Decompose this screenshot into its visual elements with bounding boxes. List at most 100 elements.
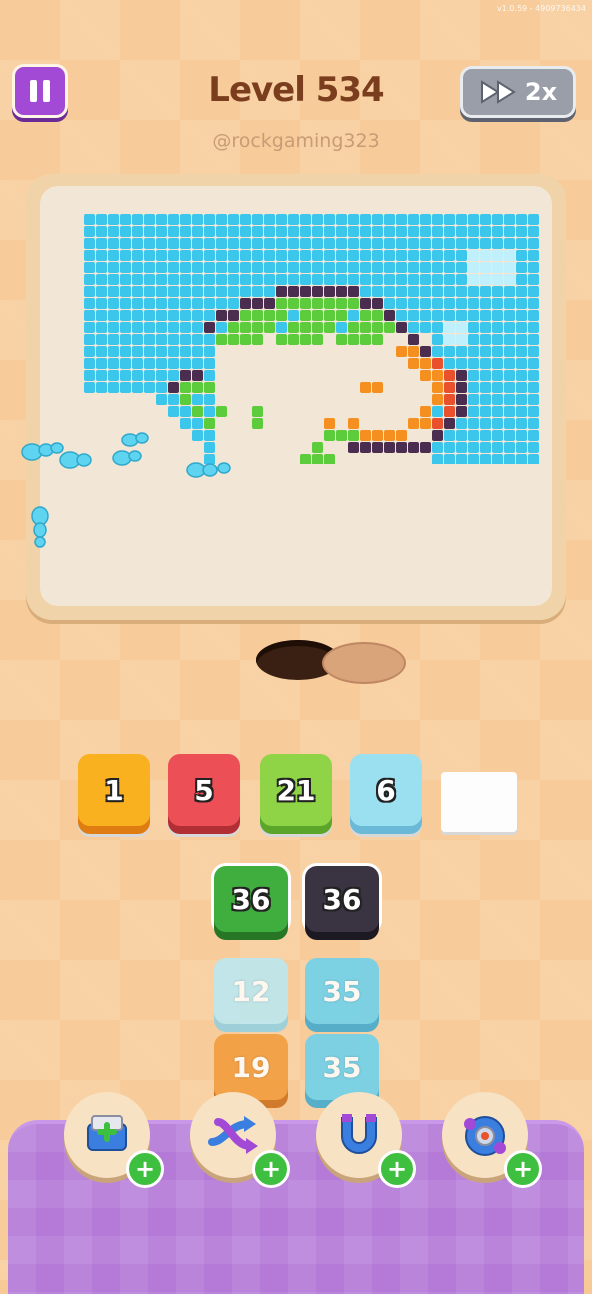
- pixel-tile: [336, 226, 347, 237]
- pixel-tile: [216, 214, 227, 225]
- color-stack[interactable]: 35: [305, 1034, 379, 1100]
- pixel-tile: [384, 286, 395, 297]
- pixel-tile: [480, 358, 491, 369]
- pixel-tile: [204, 370, 215, 381]
- pixel-tile: [444, 214, 455, 225]
- pixel-tile: [156, 322, 167, 333]
- speed-button[interactable]: 2x: [460, 66, 576, 118]
- pixel-tile: [408, 214, 419, 225]
- pixel-tile: [264, 214, 275, 225]
- pixel-tile: [192, 250, 203, 261]
- pixel-tile: [516, 226, 527, 237]
- pixel-tile: [84, 346, 95, 357]
- pixel-tile: [408, 358, 419, 369]
- pixel-tile: [396, 214, 407, 225]
- booster-magnet-plus-icon[interactable]: +: [378, 1150, 416, 1188]
- pixel-tile: [192, 382, 203, 393]
- pixel-tile: [228, 310, 239, 321]
- pixel-tile: [480, 274, 491, 285]
- pixel-tile: [360, 322, 371, 333]
- color-stack[interactable]: 36: [305, 866, 379, 932]
- pixel-tile: [312, 250, 323, 261]
- pixel-tile: [408, 442, 419, 453]
- pixel-tile: [432, 358, 443, 369]
- pixel-tile: [312, 214, 323, 225]
- pixel-tile: [300, 214, 311, 225]
- pixel-tile: [480, 322, 491, 333]
- color-stack[interactable]: 19: [214, 1034, 288, 1100]
- pixel-tile: [144, 286, 155, 297]
- pixel-tile: [156, 346, 167, 357]
- pixel-tile: [504, 286, 515, 297]
- pixel-tile: [192, 274, 203, 285]
- pixel-tile: [384, 262, 395, 273]
- pixel-tile: [372, 310, 383, 321]
- pixel-tile: [492, 298, 503, 309]
- color-stack[interactable]: 36: [214, 866, 288, 932]
- pixel-tile: [312, 442, 323, 453]
- version-label: v1.0.59 - 4909736434: [496, 4, 586, 13]
- pixel-tile: [312, 286, 323, 297]
- pixel-tile: [180, 262, 191, 273]
- pixel-tile: [456, 226, 467, 237]
- pixel-tile: [204, 298, 215, 309]
- pixel-tile: [516, 298, 527, 309]
- pixel-tile: [156, 262, 167, 273]
- color-stack[interactable]: 12: [214, 958, 288, 1024]
- pixel-tile: [96, 310, 107, 321]
- pixel-tile: [516, 394, 527, 405]
- pixel-tile: [180, 226, 191, 237]
- pixel-tile: [432, 346, 443, 357]
- pixel-tile: [468, 250, 479, 261]
- pixel-tile: [288, 310, 299, 321]
- pixel-tile: [468, 406, 479, 417]
- pixel-tile: [456, 394, 467, 405]
- pixel-tile: [372, 250, 383, 261]
- color-slot: 5: [168, 754, 240, 826]
- pixel-tile: [456, 454, 467, 464]
- booster-add-slot-plus-icon[interactable]: +: [126, 1150, 164, 1188]
- pixel-tile: [528, 334, 539, 345]
- pixel-tile: [456, 346, 467, 357]
- pixel-tile: [108, 226, 119, 237]
- pixel-tile: [432, 226, 443, 237]
- pixel-tile: [444, 382, 455, 393]
- pixel-tile: [156, 214, 167, 225]
- pixel-tile: [384, 310, 395, 321]
- booster-blast-plus-icon[interactable]: +: [504, 1150, 542, 1188]
- pixel-tile: [348, 418, 359, 429]
- pixel-tile: [324, 430, 335, 441]
- pixel-tile: [144, 346, 155, 357]
- pixel-tile: [204, 250, 215, 261]
- pixel-tile: [144, 310, 155, 321]
- pixel-tile: [108, 382, 119, 393]
- pixel-tile: [132, 298, 143, 309]
- pixel-tile: [432, 322, 443, 333]
- pixel-tile: [180, 250, 191, 261]
- pixel-tile: [480, 394, 491, 405]
- pixel-tile: [444, 238, 455, 249]
- pixel-tile: [468, 394, 479, 405]
- booster-shuffle-plus-icon[interactable]: +: [252, 1150, 290, 1188]
- pixel-tile: [264, 274, 275, 285]
- pixel-tile: [324, 262, 335, 273]
- pixel-tile: [264, 250, 275, 261]
- pixel-tile: [492, 238, 503, 249]
- pixel-tile: [156, 250, 167, 261]
- pixel-tile: [192, 262, 203, 273]
- pixel-tile: [432, 334, 443, 345]
- pixel-tile: [444, 430, 455, 441]
- pixel-tile: [300, 226, 311, 237]
- pixel-tile: [180, 298, 191, 309]
- pixel-tile: [516, 406, 527, 417]
- pixel-tile: [384, 322, 395, 333]
- pixel-tile: [432, 250, 443, 261]
- pixel-tile: [492, 334, 503, 345]
- color-stack[interactable]: 35: [305, 958, 379, 1024]
- pixel-tile: [132, 334, 143, 345]
- pixel-tile: [156, 226, 167, 237]
- pixel-tile: [444, 310, 455, 321]
- shuffle-arrows-icon: [208, 1116, 258, 1154]
- pixel-tile: [420, 358, 431, 369]
- pixel-tile: [408, 310, 419, 321]
